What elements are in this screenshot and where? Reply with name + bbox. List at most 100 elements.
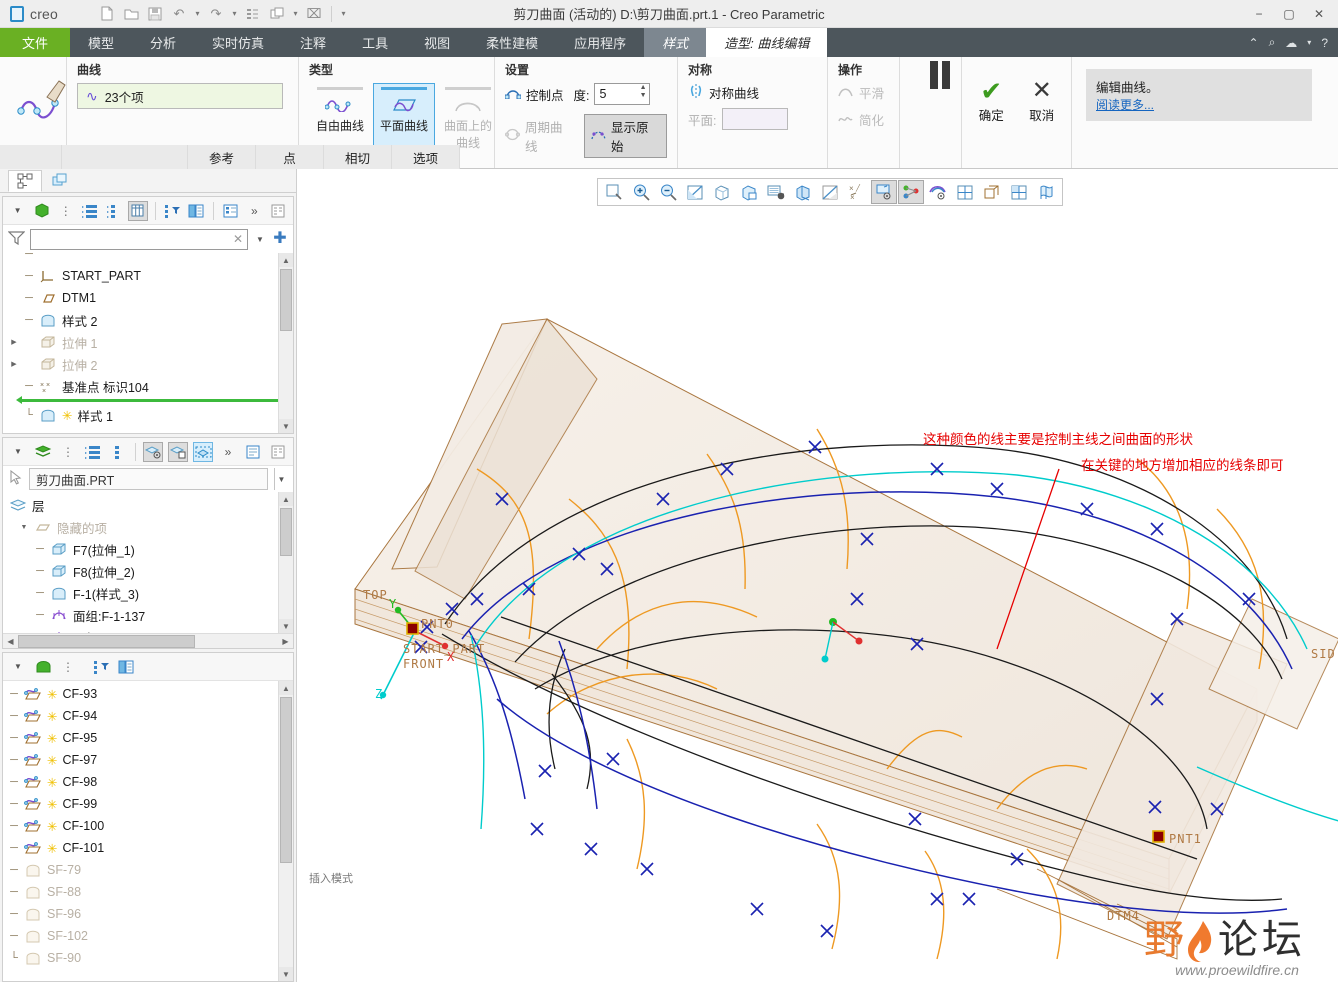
tab-file[interactable]: 文件 <box>0 28 70 57</box>
periodic-curve-toggle[interactable]: 周期曲线 <box>504 117 574 155</box>
tree-row-extrude-2[interactable]: ▶ 拉伸 2 <box>9 353 293 375</box>
graphics-toolbar[interactable]: × ╱ × <box>597 178 1063 206</box>
tree-filter-icon[interactable] <box>163 201 182 221</box>
scroll-down-icon[interactable]: ▼ <box>279 419 293 433</box>
model-tree-list[interactable]: ─ ─ START_PART ─ DTM1 ─ 样式 2 ▶ 拉伸 1 ▶ 拉伸… <box>3 253 293 433</box>
open-icon[interactable] <box>120 3 142 25</box>
undo-dropdown-icon[interactable]: ▾ <box>192 3 203 25</box>
expand-all-icon[interactable] <box>83 442 103 462</box>
style-row-cf98[interactable]: ─ ✳ CF-98 <box>9 771 293 793</box>
style-dropdown-icon[interactable]: ▼ <box>8 657 28 677</box>
model-tree-tab[interactable] <box>8 170 42 192</box>
style-tree-scrollbar[interactable]: ▲ ▼ <box>278 681 293 981</box>
tab-view[interactable]: 视图 <box>406 28 468 57</box>
save-icon[interactable] <box>144 3 166 25</box>
hscroll-left-icon[interactable]: ◀ <box>3 637 18 646</box>
curve-collector[interactable]: ∿ 23个项 <box>77 83 283 109</box>
account-icon[interactable]: ☁ <box>1285 36 1297 50</box>
style-row-cf99[interactable]: ─ ✳ CF-99 <box>9 793 293 815</box>
maximize-button[interactable]: ▢ <box>1274 1 1304 27</box>
style-row-sf90[interactable]: └ SF-90 <box>9 947 293 969</box>
tab-model[interactable]: 模型 <box>70 28 132 57</box>
reorient-icon[interactable] <box>709 180 735 204</box>
flag-icon[interactable] <box>1033 180 1059 204</box>
style-tree-list[interactable]: ─ ✳ CF-93 ─ ✳ CF-94 ─ ✳ CF-95 ─ ✳ CF-97 ─ ✳ CF-98 … <box>3 681 293 981</box>
layer-group-hidden[interactable]: ▼ 隐藏的项 <box>9 516 293 538</box>
subtab-reference[interactable]: 参考 <box>188 145 256 169</box>
layer-tree-list[interactable]: 层 ▼ 隐藏的项 ─ F7(拉伸_1) ─ F8(拉伸_2) ─ F-1(样式_… <box>3 492 293 633</box>
layer-row-f7[interactable]: ─ F7(拉伸_1) <box>9 538 293 560</box>
scroll-down-icon[interactable]: ▼ <box>279 967 293 981</box>
style-tree-toolbar[interactable]: ▼ ⋮ <box>3 653 293 681</box>
style-row-sf102[interactable]: ─ SF-102 <box>9 925 293 947</box>
hscroll-right-icon[interactable]: ▶ <box>278 637 293 646</box>
style-row-cf93[interactable]: ─ ✳ CF-93 <box>9 683 293 705</box>
tree-options-icon[interactable] <box>269 201 288 221</box>
show-original-button[interactable]: 显示原始 <box>584 114 667 158</box>
plane-collector[interactable] <box>722 108 789 130</box>
layer-row-f1-style3[interactable]: ─ F-1(样式_3) <box>9 582 293 604</box>
cancel-button[interactable]: ✕ 取消 <box>1023 77 1062 124</box>
layer-overflow-icon[interactable]: » <box>218 442 238 462</box>
layer-options-icon[interactable] <box>268 442 288 462</box>
control-points-toggle[interactable]: 控制点 <box>504 85 564 104</box>
appearance-icon[interactable] <box>979 180 1005 204</box>
style-row-cf100[interactable]: ─ ✳ CF-100 <box>9 815 293 837</box>
subtab-options[interactable]: 选项 <box>392 145 460 169</box>
degree-stepper[interactable]: 5 ▲ ▼ <box>593 83 650 105</box>
expander[interactable]: ▼ <box>19 524 29 531</box>
subtab-tangency[interactable]: 相切 <box>324 145 392 169</box>
annotation-display-icon[interactable] <box>925 180 951 204</box>
window-icon[interactable] <box>266 3 288 25</box>
spin-center-icon[interactable] <box>952 180 978 204</box>
collapse-all-icon[interactable] <box>108 442 128 462</box>
tree-row-datum-point[interactable]: ─ × × × 基准点 标识104 <box>9 375 293 397</box>
tree-row-style-1[interactable]: └ ✳ 样式 1 <box>9 404 293 426</box>
scroll-up-icon[interactable]: ▲ <box>279 681 293 695</box>
collapse-ribbon-icon[interactable]: ⌃ <box>1249 36 1259 50</box>
zoom-in-icon[interactable] <box>628 180 654 204</box>
layer-model-selector[interactable]: 剪刀曲面.PRT <box>29 468 268 490</box>
model-geometry[interactable] <box>297 169 1338 982</box>
style-surface-icon[interactable] <box>33 657 53 677</box>
tab-live-simulation[interactable]: 实时仿真 <box>194 28 282 57</box>
tab-analysis[interactable]: 分析 <box>132 28 194 57</box>
layer-hide-icon[interactable] <box>168 441 188 462</box>
style-settings-icon[interactable] <box>116 657 136 677</box>
scroll-down-icon[interactable]: ▼ <box>279 619 293 633</box>
redo-icon[interactable]: ↷ <box>205 3 227 25</box>
tree-overflow-icon[interactable]: » <box>245 201 264 221</box>
ribbon-subtab-bar[interactable]: 参考 点 相切 选项 <box>0 145 460 169</box>
point-display-icon[interactable] <box>898 180 924 204</box>
close-window-icon[interactable]: ⌧ <box>303 3 325 25</box>
display-style-icon[interactable] <box>790 180 816 204</box>
regenerate-icon[interactable] <box>242 3 264 25</box>
model-cube-icon[interactable] <box>32 201 51 221</box>
quick-access-toolbar[interactable]: ↶ ▾ ↷ ▾ ▾ ⌧ ▾ <box>92 3 349 25</box>
smooth-button[interactable]: 平滑 <box>838 83 884 102</box>
perspective-icon[interactable] <box>817 180 843 204</box>
layer-menu-icon[interactable]: ⋮ <box>58 442 78 462</box>
style-menu-icon[interactable]: ⋮ <box>58 657 78 677</box>
view-manager-icon[interactable] <box>763 180 789 204</box>
insert-indicator[interactable] <box>16 396 290 404</box>
tree-dropdown-icon[interactable]: ▼ <box>8 201 27 221</box>
filter-dropdown-icon[interactable]: ▼ <box>253 235 267 244</box>
graphics-viewport[interactable]: × ╱ × 这种颜色的线主要是控制主线之间曲面的形状 在关键的地方增加相应的线条即可… <box>296 169 1338 982</box>
tab-flexible-modeling[interactable]: 柔性建模 <box>468 28 556 57</box>
layer-row-f8[interactable]: ─ F8(拉伸_2) <box>9 560 293 582</box>
scroll-up-icon[interactable]: ▲ <box>279 253 293 267</box>
symmetric-curve-toggle[interactable]: 对称曲线 <box>688 83 759 102</box>
style-row-sf96[interactable]: ─ SF-96 <box>9 903 293 925</box>
style-row-cf94[interactable]: ─ ✳ CF-94 <box>9 705 293 727</box>
layer-row-quilt-137[interactable]: ─ 面组:F-1-137 <box>9 604 293 626</box>
style-row-sf79[interactable]: ─ SF-79 <box>9 859 293 881</box>
layer-props-icon[interactable] <box>243 442 263 462</box>
window-dropdown-icon[interactable]: ▾ <box>290 3 301 25</box>
plane-display-icon[interactable] <box>871 180 897 204</box>
layers-icon[interactable] <box>33 442 53 462</box>
tab-applications[interactable]: 应用程序 <box>556 28 644 57</box>
hscroll-track[interactable] <box>18 634 278 648</box>
layer-tree-toolbar[interactable]: ▼ ⋮ » <box>3 438 293 466</box>
layer-dropdown-icon[interactable]: ▼ <box>8 442 28 462</box>
